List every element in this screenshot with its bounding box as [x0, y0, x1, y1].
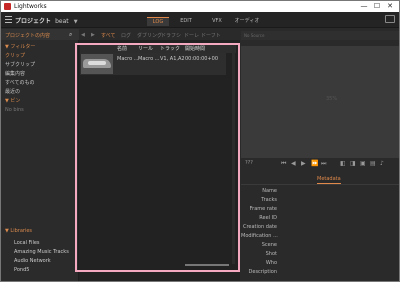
top-toolbar: プロジェクト beat ▼ LOG EDIT VFX オーディオ [1, 12, 399, 28]
meta-reel-id: Reel ID [259, 215, 277, 221]
app-window: Lightworks — ☐ ✕ プロジェクト beat ▼ LOG EDIT … [0, 0, 400, 282]
go-end-icon[interactable]: ⏭ [321, 160, 326, 168]
mark-in-icon[interactable]: ◧ [340, 160, 346, 167]
title-bar: Lightworks — ☐ ✕ [1, 1, 399, 12]
tree-filters[interactable]: ▼ フィルター [5, 44, 35, 50]
meta-scene: Scene [261, 242, 277, 248]
divider [241, 184, 399, 185]
browser-filter-bar: ◀ ▶ すべて ログ ダブリング ドラフ シ ドーレ ドーフト [79, 29, 240, 40]
library-local-files[interactable]: Local Files [14, 240, 40, 246]
filter-shi[interactable]: シ [176, 32, 181, 39]
panel-header: プロジェクトの内容 ⌕ [1, 29, 79, 40]
play-icon[interactable]: ▶ [301, 160, 306, 167]
nav-forward-icon[interactable]: ▶ [91, 32, 95, 38]
audio-icon[interactable]: ♪ [380, 160, 384, 167]
project-label: プロジェクト [15, 18, 52, 25]
filter-dore[interactable]: ドーレ [184, 32, 199, 39]
meta-modification: Modification ... [241, 233, 278, 239]
tab-vfx[interactable]: VFX [208, 17, 226, 26]
library-audio-network[interactable]: Audio Network [14, 258, 51, 264]
maximize-button[interactable]: ☐ [372, 2, 382, 11]
chevron-down-icon: ▼ [73, 19, 78, 25]
tab-edit[interactable]: EDIT [176, 17, 196, 26]
source-field[interactable]: No Source [241, 31, 399, 40]
meta-name: Name [262, 188, 277, 194]
close-button[interactable]: ✕ [385, 2, 395, 11]
libraries-section: ▼ Libraries Local Files Amazing Music Tr… [1, 228, 79, 281]
mark-out-icon[interactable]: ◨ [350, 160, 356, 167]
tree-subclips[interactable]: サブクリップ [5, 62, 35, 68]
tree-recent[interactable]: 最近の [5, 89, 20, 95]
filter-doft[interactable]: ドーフト [201, 32, 221, 39]
tab-log[interactable]: LOG [147, 17, 169, 26]
zoom-level: 35% [326, 96, 338, 102]
library-pond5[interactable]: Pond5 [14, 267, 29, 273]
rewind-icon[interactable]: ◀ [291, 160, 296, 167]
minimize-button[interactable]: — [359, 2, 369, 11]
filter-all[interactable]: すべて [101, 32, 115, 39]
meta-creation-date: Creation date [242, 224, 277, 230]
panel-title: プロジェクトの内容 [5, 33, 51, 39]
video-viewer[interactable]: 35% [241, 46, 399, 160]
tree-bins[interactable]: ▼ ビン [5, 98, 20, 104]
filter-dub[interactable]: ダブリング [137, 32, 162, 39]
viewer-panel: No Source 35% ??? ⏮ ◀ ▶ ⏩ ⏭ ◧ ◨ ▣ ▤ ♪ Me… [241, 29, 399, 281]
go-start-icon[interactable]: ⏮ [281, 160, 286, 168]
project-name: beat [55, 18, 69, 25]
tree-edits[interactable]: 編集内容 [5, 71, 25, 77]
tree-no-bins: No bins [5, 107, 24, 113]
meta-tracks: Tracks [261, 197, 277, 203]
meta-frame-rate: Frame rate [249, 206, 277, 212]
filter-draft[interactable]: ドラフ [161, 32, 176, 39]
search-icon[interactable]: ⌕ [69, 31, 72, 39]
library-amazing-music[interactable]: Amazing Music Tracks [14, 249, 69, 255]
project-selector[interactable]: プロジェクト beat ▼ [15, 16, 78, 25]
libraries-header[interactable]: ▼ Libraries [5, 228, 32, 234]
fast-forward-icon[interactable]: ⏩ [311, 160, 318, 167]
filter-log[interactable]: ログ [121, 32, 131, 39]
window-title: Lightworks [14, 3, 47, 10]
lightworks-logo-icon [4, 3, 11, 10]
timecode: ??? [245, 160, 253, 166]
insert-icon[interactable]: ▣ [360, 160, 366, 167]
tab-metadata[interactable]: Metadata [317, 176, 341, 184]
menu-icon[interactable] [5, 16, 12, 23]
project-contents-panel: プロジェクトの内容 ⌕ ▼ フィルター クリップ サブクリップ 編集内容 すべて… [1, 29, 79, 281]
meta-shot: Shot [265, 251, 277, 257]
meta-who: Who [265, 260, 277, 266]
source-placeholder: No Source [244, 33, 265, 38]
nav-back-icon[interactable]: ◀ [81, 32, 85, 38]
tab-audio[interactable]: オーディオ [232, 17, 262, 26]
tree-everything[interactable]: すべてのもの [5, 80, 34, 86]
highlight-frame [75, 43, 240, 272]
exit-icon[interactable] [385, 15, 395, 23]
meta-description: Description [248, 269, 277, 275]
tree-clips[interactable]: クリップ [5, 53, 25, 59]
transport-controls: ??? ⏮ ◀ ▶ ⏩ ⏭ ◧ ◨ ▣ ▤ ♪ [241, 158, 399, 169]
overwrite-icon[interactable]: ▤ [370, 160, 376, 167]
